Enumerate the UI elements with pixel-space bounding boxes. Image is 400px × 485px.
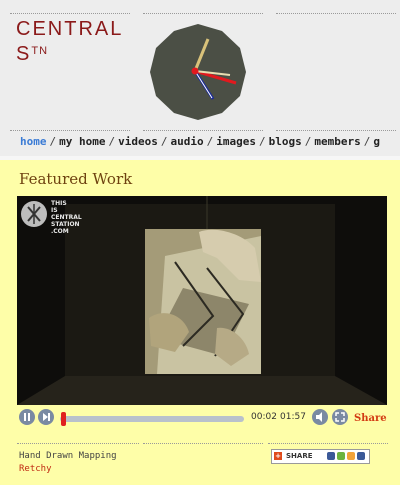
fullscreen-button[interactable] (332, 409, 348, 425)
video-watermark-text: THIS IS CENTRAL STATION .COM (51, 200, 82, 235)
nav-item-audio[interactable]: audio (170, 135, 203, 148)
share-widget-label: SHARE (286, 452, 313, 460)
favorite-icon (347, 452, 355, 460)
player-controls: 00:02 01:57 Share (17, 407, 387, 429)
nav-item-images[interactable]: images (216, 135, 256, 148)
nav-item-my-home[interactable]: my home (59, 135, 105, 148)
main-nav: home / my home / videos / audio / images / blogs / m… (0, 128, 400, 156)
divider (143, 443, 263, 444)
volume-icon (316, 412, 322, 422)
share-link[interactable]: Share (354, 413, 387, 424)
progress-handle[interactable] (61, 412, 67, 426)
logo-line2-sup: TN (31, 45, 49, 57)
clock-icon (150, 24, 246, 120)
logo-line1: CENTRAL (16, 18, 124, 40)
divider (268, 443, 388, 444)
addthis-share-button[interactable]: + SHARE (271, 449, 370, 464)
nav-separator: / (108, 135, 116, 148)
nav-separator: / (304, 135, 312, 148)
nav-item-home[interactable]: home (20, 135, 47, 148)
nav-separator: / (206, 135, 214, 148)
work-title: Hand Drawn Mapping (19, 451, 117, 461)
skip-forward-icon (43, 413, 50, 421)
progress-bar[interactable] (60, 416, 244, 422)
divider (17, 443, 139, 444)
divider (10, 130, 130, 131)
watermark-line: IS (51, 207, 58, 214)
watermark-line: CENTRAL (51, 214, 82, 221)
nav-item-blogs[interactable]: blogs (269, 135, 302, 148)
nav-separator: / (49, 135, 57, 148)
divider (276, 130, 396, 131)
featured-section: Featured Work THIS IS CENTRAL STATION .C… (0, 160, 400, 485)
plus-icon: + (274, 452, 282, 460)
logo-line2: S (16, 43, 32, 65)
site-header: CENTRAL STN (0, 0, 400, 128)
divider (10, 13, 130, 14)
video-player[interactable]: THIS IS CENTRAL STATION .COM (17, 196, 387, 405)
nav-item-videos[interactable]: videos (118, 135, 158, 148)
bookmark-icon (337, 452, 345, 460)
work-author-link[interactable]: Retchy (19, 464, 52, 474)
nav-item-more[interactable]: g (373, 135, 380, 148)
watermark-line: .COM (51, 228, 69, 235)
divider (276, 13, 396, 14)
featured-title: Featured Work (19, 170, 133, 188)
nav-separator: / (160, 135, 168, 148)
watermark-line: THIS (51, 200, 67, 207)
fullscreen-icon (335, 412, 345, 422)
facebook-f-icon (357, 452, 365, 460)
facebook-icon (327, 452, 335, 460)
pause-button[interactable] (19, 409, 35, 425)
nav-separator: / (258, 135, 266, 148)
divider (143, 130, 263, 131)
nav-separator: / (363, 135, 371, 148)
time-total: 01:57 (280, 412, 306, 422)
nav-item-members[interactable]: members (314, 135, 360, 148)
site-logo[interactable]: CENTRAL STN (16, 18, 123, 65)
watermark-line: STATION (51, 221, 80, 228)
time-current: 00:02 (251, 412, 277, 422)
divider (143, 13, 263, 14)
pause-icon (24, 413, 30, 421)
volume-button[interactable] (312, 409, 328, 425)
next-button[interactable] (38, 409, 54, 425)
central-station-logo-icon (21, 201, 47, 227)
